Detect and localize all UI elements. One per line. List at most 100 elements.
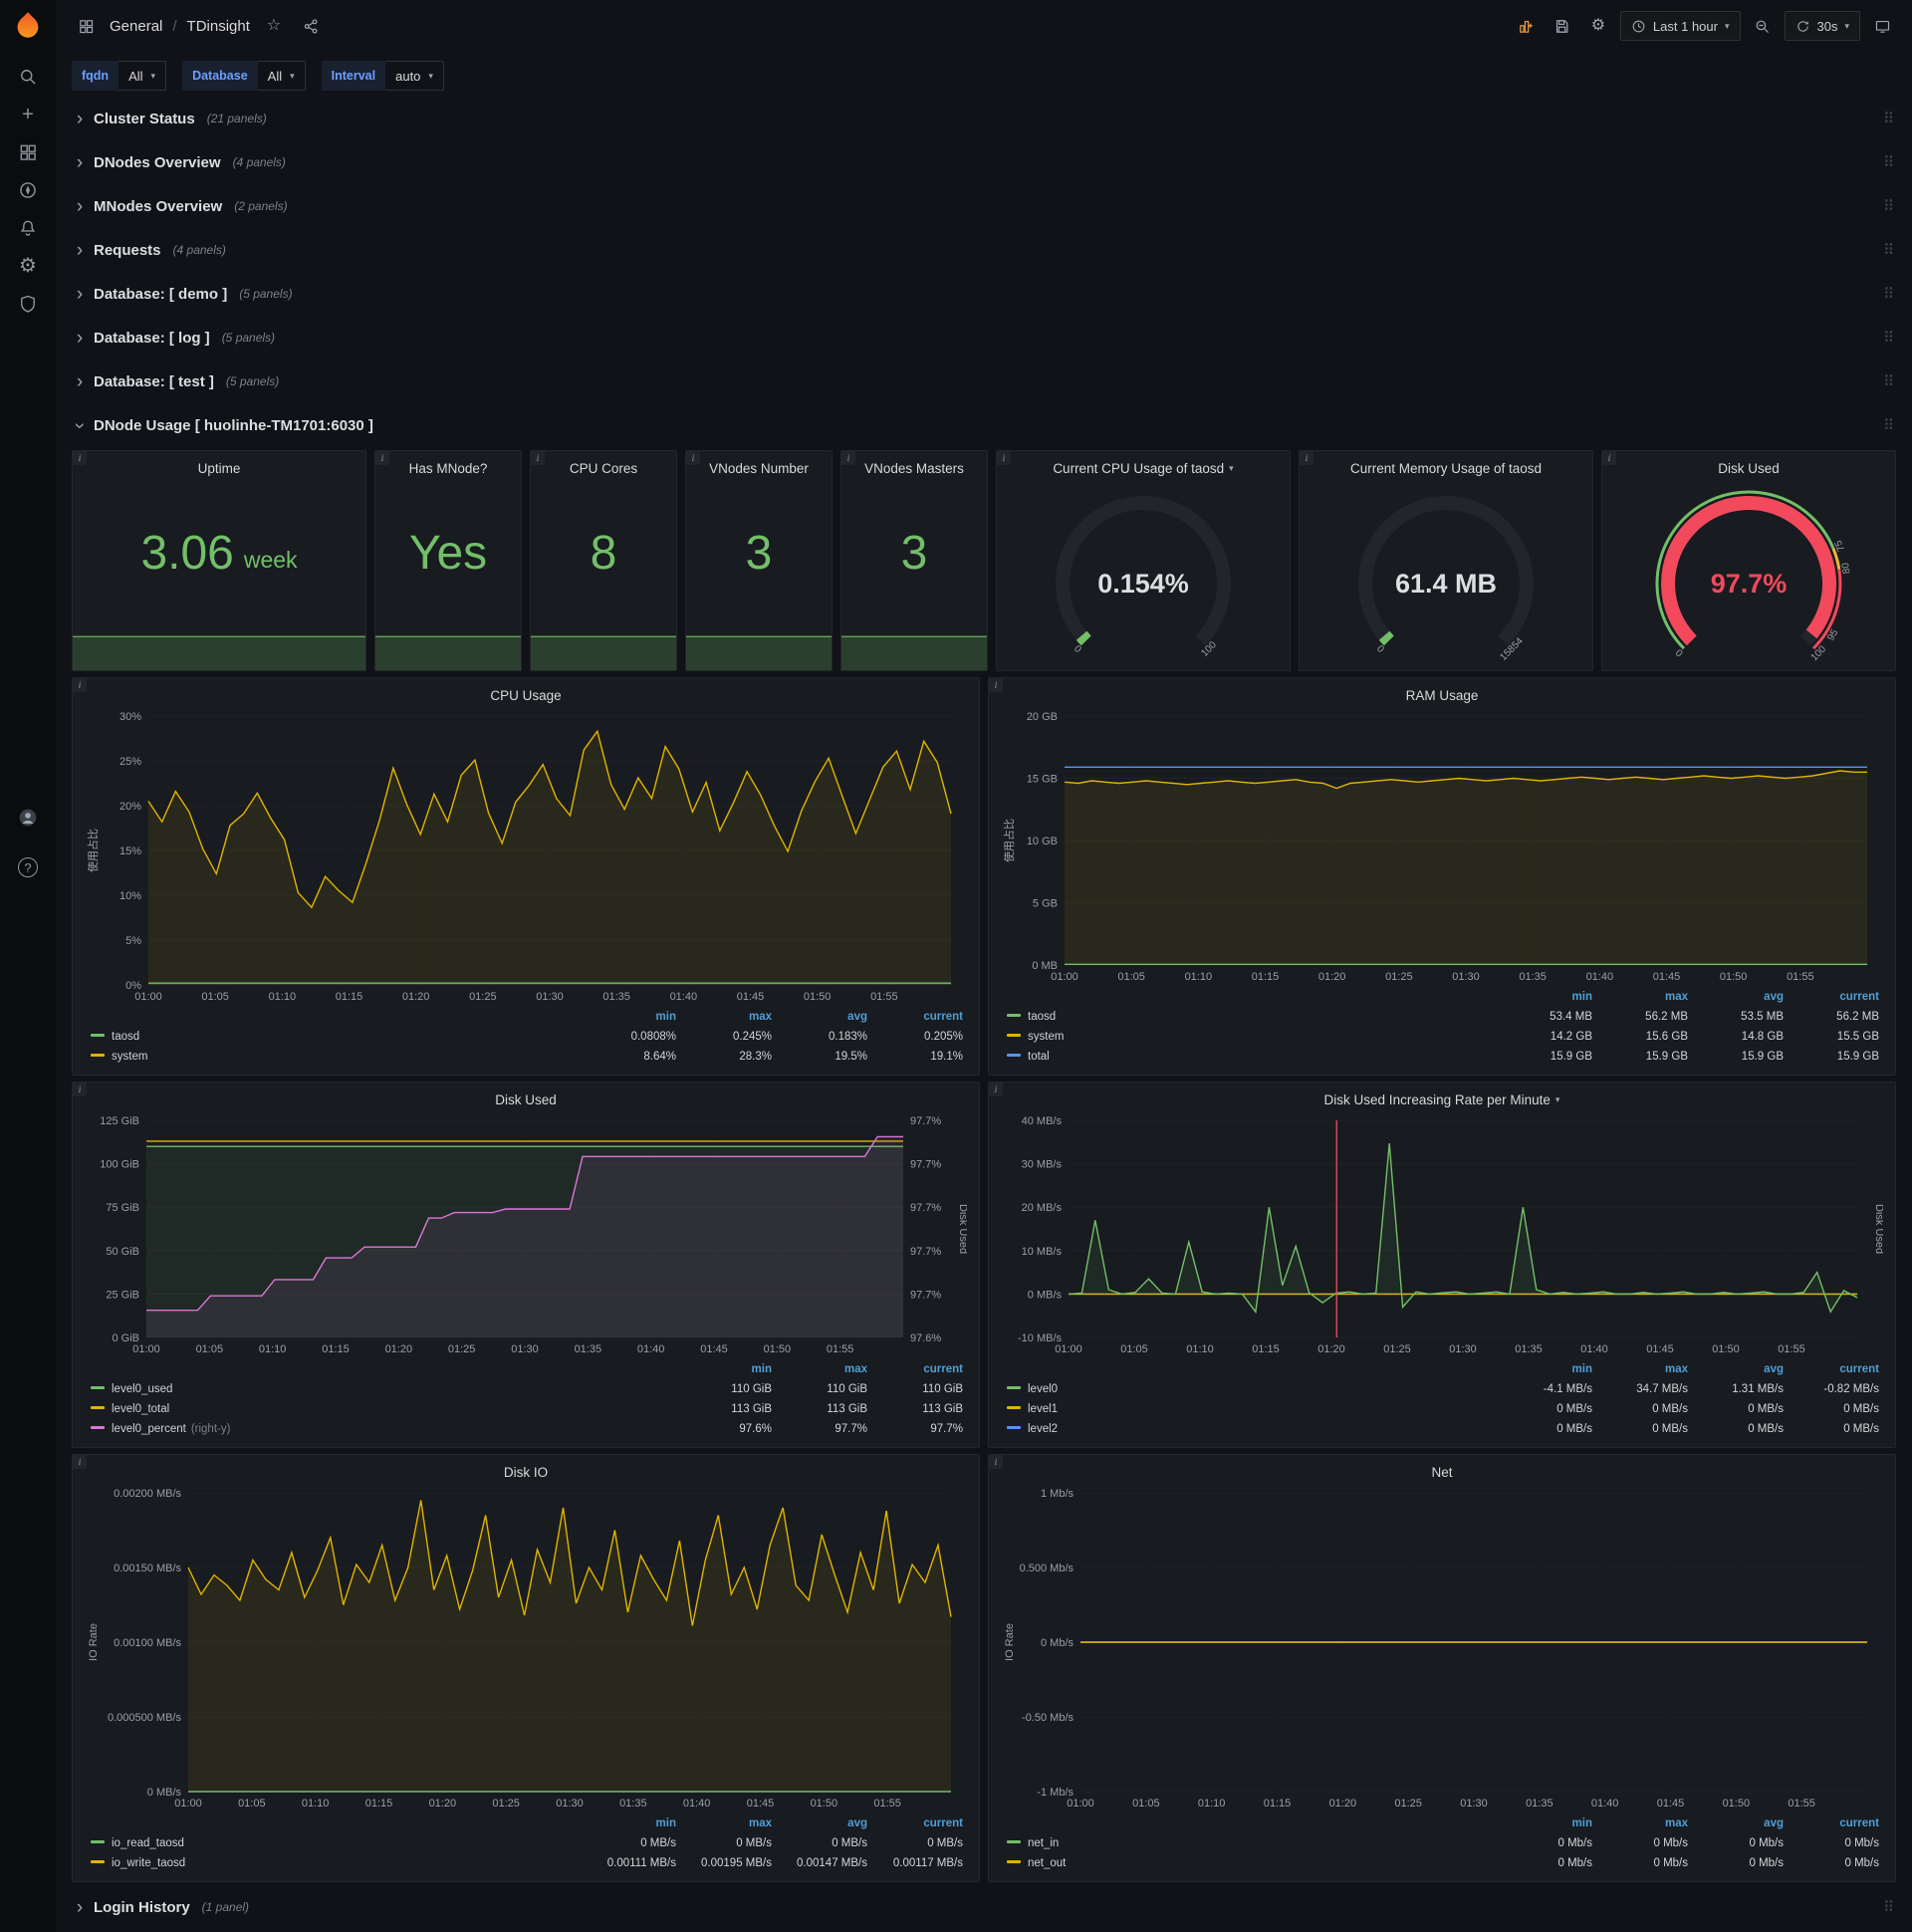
legend-column-min[interactable]: min [678,1363,774,1375]
search-icon[interactable] [8,58,48,96]
row-drag-handle[interactable]: ⠿ [1883,153,1894,171]
legend-column-max[interactable]: max [1594,991,1690,1003]
dashboard-settings-gear-icon[interactable]: ⚙ [1584,12,1612,40]
panel-title[interactable]: Disk IO [85,1459,967,1485]
star-icon[interactable]: ☆ [260,12,288,40]
panel-info-icon[interactable]: i [997,451,1011,465]
panel-info-icon[interactable]: i [375,451,389,465]
row-login-history[interactable]: › Login History (1 panel) ⠿ [72,1888,1896,1926]
legend-column-current[interactable]: current [869,1817,965,1829]
panel-info-icon[interactable]: i [841,451,855,465]
legend-series-level0[interactable]: level0 [1007,1383,1499,1395]
legend-series-taosd[interactable]: taosd [91,1031,583,1043]
legend-column-current[interactable]: current [1786,1817,1881,1829]
legend-series-level1[interactable]: level1 [1007,1403,1499,1415]
legend-column-max[interactable]: max [1594,1817,1690,1829]
row-drag-handle[interactable]: ⠿ [1883,372,1894,390]
variable-value-dropdown[interactable]: All ▾ [257,61,306,91]
tv-mode-icon[interactable] [1868,12,1896,40]
variable-value-dropdown[interactable]: All ▾ [119,61,167,91]
legend-column-current[interactable]: current [1786,991,1881,1003]
legend-column-avg[interactable]: avg [1690,1363,1786,1375]
legend-column-current[interactable]: current [1786,1363,1881,1375]
row-drag-handle[interactable]: ⠿ [1883,416,1894,434]
legend-column-avg[interactable]: avg [774,1011,869,1023]
panel-info-icon[interactable]: i [531,451,545,465]
breadcrumb-dashboard-title[interactable]: TDinsight [187,18,250,35]
legend-series-level2[interactable]: level2 [1007,1423,1499,1435]
server-admin-shield-icon[interactable] [8,285,48,323]
row-database-demo[interactable]: › Database: [ demo ] (5 panels) ⠿ [72,275,1896,313]
variable-value-dropdown[interactable]: auto ▾ [385,61,444,91]
share-icon[interactable] [298,12,326,40]
add-panel-icon[interactable] [1513,12,1541,40]
panel-title[interactable]: Uptime [85,455,354,481]
legend-series-io_read_taosd[interactable]: io_read_taosd [91,1837,583,1849]
time-range-picker[interactable]: Last 1 hour ▾ [1619,11,1741,41]
explore-compass-icon[interactable] [8,171,48,209]
row-drag-handle[interactable]: ⠿ [1883,110,1894,127]
legend-column-min[interactable]: min [583,1011,678,1023]
panel-info-icon[interactable]: i [1300,451,1314,465]
row-drag-handle[interactable]: ⠿ [1883,241,1894,259]
row-drag-handle[interactable]: ⠿ [1883,329,1894,347]
legend-column-avg[interactable]: avg [1690,991,1786,1003]
panel-title[interactable]: Current Memory Usage of taosd [1312,455,1580,481]
panel-info-icon[interactable]: i [989,1083,1003,1096]
help-icon[interactable]: ? [8,848,48,886]
legend-column-avg[interactable]: avg [774,1817,869,1829]
panel-info-icon[interactable]: i [1602,451,1616,465]
row-requests[interactable]: › Requests (4 panels) ⠿ [72,231,1896,269]
panel-info-icon[interactable]: i [73,451,87,465]
panel-title[interactable]: RAM Usage [1001,682,1883,708]
legend-column-current[interactable]: current [869,1011,965,1023]
row-dnodes-overview[interactable]: › DNodes Overview (4 panels) ⠿ [72,143,1896,181]
legend-column-min[interactable]: min [583,1817,678,1829]
row-database-test[interactable]: › Database: [ test ] (5 panels) ⠿ [72,362,1896,400]
legend-series-system[interactable]: system [91,1051,583,1063]
panel-info-icon[interactable]: i [73,1455,87,1469]
panel-info-icon[interactable]: i [686,451,700,465]
legend-series-net_out[interactable]: net_out [1007,1857,1499,1869]
row-cluster-status[interactable]: › Cluster Status (21 panels) ⠿ [72,100,1896,137]
configuration-gear-icon[interactable]: ⚙ [8,247,48,285]
create-plus-icon[interactable]: + [8,96,48,133]
legend-series-level0_used[interactable]: level0_used [91,1383,678,1395]
save-dashboard-icon[interactable] [1549,12,1576,40]
legend-column-min[interactable]: min [1499,1817,1594,1829]
panel-title[interactable]: Disk Used [1614,455,1883,481]
refresh-picker[interactable]: 30s ▾ [1784,11,1860,41]
legend-column-max[interactable]: max [678,1011,774,1023]
user-avatar[interactable] [8,799,48,837]
panel-title[interactable]: Current CPU Usage of taosd ▾ [1009,455,1278,481]
net-chart[interactable]: -1 Mb/s-0.50 Mb/s0 Mb/s0.500 Mb/s1 Mb/s0… [1001,1485,1883,1811]
panel-info-icon[interactable]: i [989,1455,1003,1469]
panel-title[interactable]: CPU Usage [85,682,967,708]
row-drag-handle[interactable]: ⠿ [1883,1898,1894,1916]
legend-series-level0_total[interactable]: level0_total [91,1403,678,1415]
legend-series-total[interactable]: total [1007,1051,1499,1063]
legend-column-min[interactable]: min [1499,991,1594,1003]
panel-title[interactable]: Disk Used [85,1087,967,1112]
disk-io-chart[interactable]: 0 MB/s0.000500 MB/s0.00100 MB/s0.00150 M… [85,1485,967,1811]
legend-column-min[interactable]: min [1499,1363,1594,1375]
breadcrumb-folder[interactable]: General [110,18,162,35]
panel-info-icon[interactable]: i [989,678,1003,692]
zoom-out-icon[interactable] [1749,12,1777,40]
legend-series-system[interactable]: system [1007,1031,1499,1043]
panel-title[interactable]: Has MNode? [387,455,509,481]
panel-title[interactable]: Disk Used Increasing Rate per Minute ▾ [1001,1087,1883,1112]
row-drag-handle[interactable]: ⠿ [1883,197,1894,215]
panel-title[interactable]: VNodes Masters [853,455,975,481]
legend-column-max[interactable]: max [678,1817,774,1829]
panel-info-icon[interactable]: i [73,678,87,692]
panel-title[interactable]: VNodes Number [698,455,820,481]
panel-title[interactable]: CPU Cores [543,455,664,481]
legend-series-net_in[interactable]: net_in [1007,1837,1499,1849]
panel-info-icon[interactable]: i [73,1083,87,1096]
ram-usage-chart[interactable]: 0 MB5 GB10 GB15 GB20 GB01:00 01:05 01:10 01… [1001,708,1883,985]
disk-used-chart[interactable]: 0 GiB25 GiB50 GiB75 GiB100 GiB125 GiB97.… [85,1112,967,1357]
cpu-usage-chart[interactable]: 0%5%10%15%20%25%30%01:00 01:05 01:10 01:15 0… [85,708,967,1005]
row-dnode-usage[interactable]: › DNode Usage [ huolinhe-TM1701:6030 ] ⠿ [70,406,1896,444]
row-drag-handle[interactable]: ⠿ [1883,285,1894,303]
